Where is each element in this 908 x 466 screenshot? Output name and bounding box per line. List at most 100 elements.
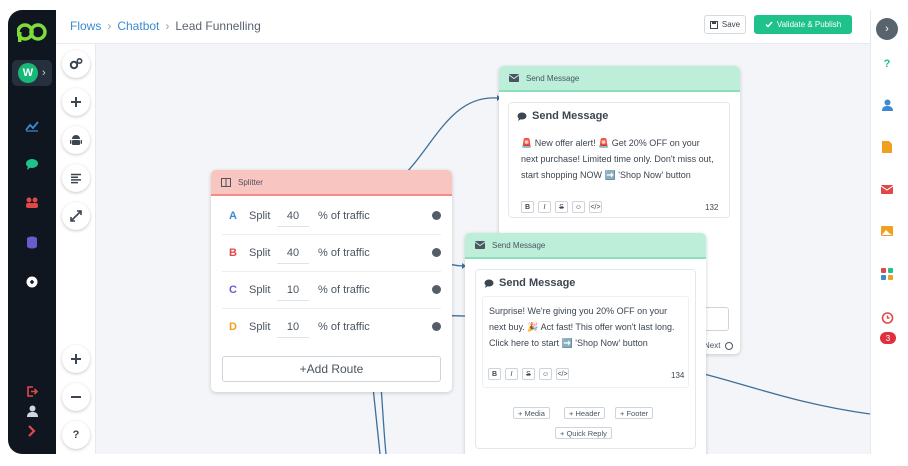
route-percent-input[interactable]: 10 xyxy=(277,279,309,301)
add-footer-button[interactable]: + Footer xyxy=(615,407,654,419)
help-icon[interactable]: ? xyxy=(878,55,896,73)
add-header-button[interactable]: + Header xyxy=(564,407,606,419)
android-icon[interactable] xyxy=(62,126,90,154)
align-left-icon[interactable] xyxy=(62,164,90,192)
image-icon[interactable] xyxy=(878,222,896,240)
emoji-button[interactable]: ☺ xyxy=(572,201,585,213)
route-connector-handle[interactable] xyxy=(432,248,441,257)
right-sidebar: › ? 3 xyxy=(870,10,902,454)
collapse-chevron-icon[interactable]: › xyxy=(876,18,898,40)
envelope-icon xyxy=(509,74,519,82)
message-card-title: Send Message xyxy=(484,277,575,289)
route-percent-input[interactable]: 40 xyxy=(277,205,309,227)
message-header-title: Send Message xyxy=(492,240,546,250)
flow-canvas[interactable]: Splitter A Split 40 % of traffic B Split… xyxy=(96,44,870,454)
route-suffix: % of traffic xyxy=(318,321,370,333)
logout-icon[interactable] xyxy=(8,384,56,398)
chevron-right-icon: › xyxy=(42,67,46,79)
splitter-title: Splitter xyxy=(238,177,263,187)
expand-icon[interactable] xyxy=(62,202,90,230)
message-card-title-text: Send Message xyxy=(532,110,609,122)
route-connector-handle[interactable] xyxy=(432,285,441,294)
alarm-clock-icon[interactable] xyxy=(878,308,896,326)
avatar: W xyxy=(18,63,38,83)
code-button[interactable]: </> xyxy=(556,368,569,380)
splitter-node[interactable]: Splitter A Split 40 % of traffic B Split… xyxy=(211,170,452,392)
format-toolbar: B I S ☺ </> xyxy=(488,368,569,380)
message-text[interactable]: 🚨 New offer alert! 🚨 Get 20% OFF on your… xyxy=(515,129,723,189)
route-label: Split xyxy=(249,210,271,222)
send-message-node[interactable]: Send Message Send Message Surprise! We'r… xyxy=(465,233,706,454)
splitter-icon xyxy=(221,177,231,187)
apps-grid-icon[interactable] xyxy=(878,265,896,283)
email-icon[interactable] xyxy=(878,180,896,198)
message-card-title-text: Send Message xyxy=(499,277,576,289)
workspace-selector[interactable]: W › xyxy=(12,60,52,86)
envelope-icon xyxy=(475,241,485,249)
main-sidebar: W › xyxy=(8,10,56,454)
settings-icon[interactable] xyxy=(62,50,90,78)
bold-button[interactable]: B xyxy=(488,368,501,380)
add-quick-reply-button[interactable]: + Quick Reply xyxy=(555,427,612,439)
emoji-button[interactable]: ☺ xyxy=(539,368,552,380)
message-header: Send Message xyxy=(499,66,740,92)
breadcrumb-separator: › xyxy=(107,19,112,33)
database-icon[interactable] xyxy=(8,234,56,250)
route-connector-handle[interactable] xyxy=(432,211,441,220)
format-toolbar: B I S ☺ </> xyxy=(521,201,602,213)
italic-button[interactable]: I xyxy=(538,201,551,213)
save-button[interactable]: Save xyxy=(704,15,746,34)
connector-next xyxy=(695,371,870,415)
user-icon[interactable] xyxy=(878,96,896,114)
contacts-icon[interactable] xyxy=(8,194,56,210)
strikethrough-button[interactable]: S xyxy=(555,201,568,213)
breadcrumb-flows[interactable]: Flows xyxy=(70,19,101,33)
expand-chevron-icon[interactable] xyxy=(8,424,56,438)
canvas-toolbar: ? xyxy=(56,10,96,454)
check-icon xyxy=(765,21,773,28)
zoom-out-icon[interactable] xyxy=(62,383,90,411)
character-count: 132 xyxy=(705,203,719,212)
route-row: B Split 40 % of traffic xyxy=(222,235,441,272)
route-label: Split xyxy=(249,321,271,333)
user-icon[interactable] xyxy=(8,404,56,418)
document-icon[interactable] xyxy=(878,138,896,156)
app-logo xyxy=(8,20,56,44)
zoom-in-icon[interactable] xyxy=(62,345,90,373)
add-circle-icon[interactable] xyxy=(8,274,56,290)
chat-icon[interactable] xyxy=(8,156,56,172)
notification-badge: 3 xyxy=(880,332,896,344)
message-card-title: Send Message xyxy=(517,110,608,122)
italic-button[interactable]: I xyxy=(505,368,518,380)
next-label: Next xyxy=(704,341,721,350)
bold-button[interactable]: B xyxy=(521,201,534,213)
add-route-button[interactable]: +Add Route xyxy=(222,356,441,382)
route-letter: C xyxy=(229,284,237,296)
next-connector-handle[interactable] xyxy=(725,341,734,350)
add-media-button[interactable]: + Media xyxy=(513,407,550,419)
add-node-icon[interactable] xyxy=(62,88,90,116)
route-connector-handle[interactable] xyxy=(432,322,441,331)
route-suffix: % of traffic xyxy=(318,284,370,296)
route-letter: D xyxy=(229,321,237,333)
validate-publish-button[interactable]: Validate & Publish xyxy=(754,15,852,34)
help-button[interactable]: ? xyxy=(62,421,90,449)
message-header-title: Send Message xyxy=(526,73,580,83)
strikethrough-button[interactable]: S xyxy=(522,368,535,380)
breadcrumb-separator: › xyxy=(165,19,170,33)
message-header: Send Message xyxy=(465,233,706,259)
save-label: Save xyxy=(721,20,741,29)
route-label: Split xyxy=(249,247,271,259)
splitter-header: Splitter xyxy=(211,170,452,196)
character-count: 134 xyxy=(671,371,685,380)
route-percent-input[interactable]: 10 xyxy=(277,316,309,338)
route-suffix: % of traffic xyxy=(318,210,370,222)
route-row: D Split 10 % of traffic xyxy=(222,309,441,346)
message-card: Send Message 🚨 New offer alert! 🚨 Get 20… xyxy=(508,102,730,218)
route-row: C Split 10 % of traffic xyxy=(222,272,441,309)
breadcrumb-chatbot[interactable]: Chatbot xyxy=(117,19,159,33)
code-button[interactable]: </> xyxy=(589,201,602,213)
analytics-icon[interactable] xyxy=(8,118,56,134)
route-percent-input[interactable]: 40 xyxy=(277,242,309,264)
app-frame: W › ? Flows › Chatbot › Lead Funnelling … xyxy=(8,10,902,454)
